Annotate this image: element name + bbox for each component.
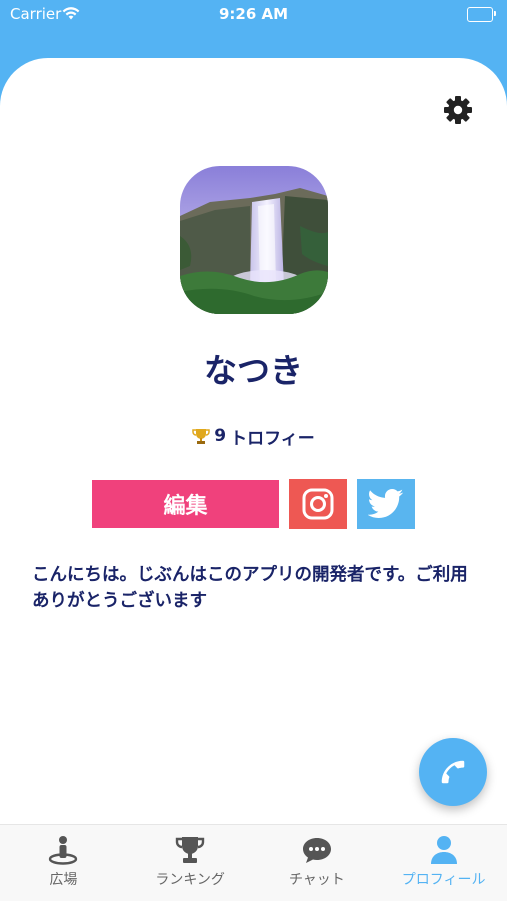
edit-button[interactable]: 編集 [92,480,279,528]
instagram-icon [302,488,334,520]
trophy-label: トロフィー [230,428,315,449]
tab-label: ランキング [155,872,225,888]
trophy-icon [192,429,210,444]
status-time: 9:26 AM [218,5,289,23]
trophy-summary: 9 トロフィー [0,424,507,449]
tab-ranking[interactable]: ランキング [127,825,254,901]
twitter-button[interactable] [357,479,415,529]
tab-chat[interactable]: チャット [254,825,381,901]
phone-icon [441,760,465,784]
tab-label: チャット [288,872,345,888]
profile-bio: こんにちは。じぶんはこのアプリの開発者です。ご利用ありがとうございます [32,565,468,611]
settings-button[interactable] [440,92,476,128]
chat-icon [301,833,333,867]
plaza-icon [47,833,79,867]
status-bar: Carrier 9:26 AM [0,0,507,28]
avatar-image [180,166,328,314]
tab-plaza[interactable]: 広場 [0,825,127,901]
instagram-button[interactable] [289,479,347,529]
tab-profile[interactable]: プロフィール [380,825,507,901]
tab-label: プロフィール [401,872,486,888]
call-button[interactable] [419,738,487,806]
profile-name: なつき [204,351,303,390]
trophy-icon [174,833,206,867]
trophy-count: 9 [214,426,227,446]
user-icon [428,833,460,867]
avatar[interactable] [180,166,328,314]
twitter-icon [368,489,404,518]
gear-icon [444,96,472,124]
battery-icon [467,7,496,22]
tab-bar: 広場 ランキング チャット プロフィール [0,824,507,901]
tab-label: 広場 [49,872,78,888]
